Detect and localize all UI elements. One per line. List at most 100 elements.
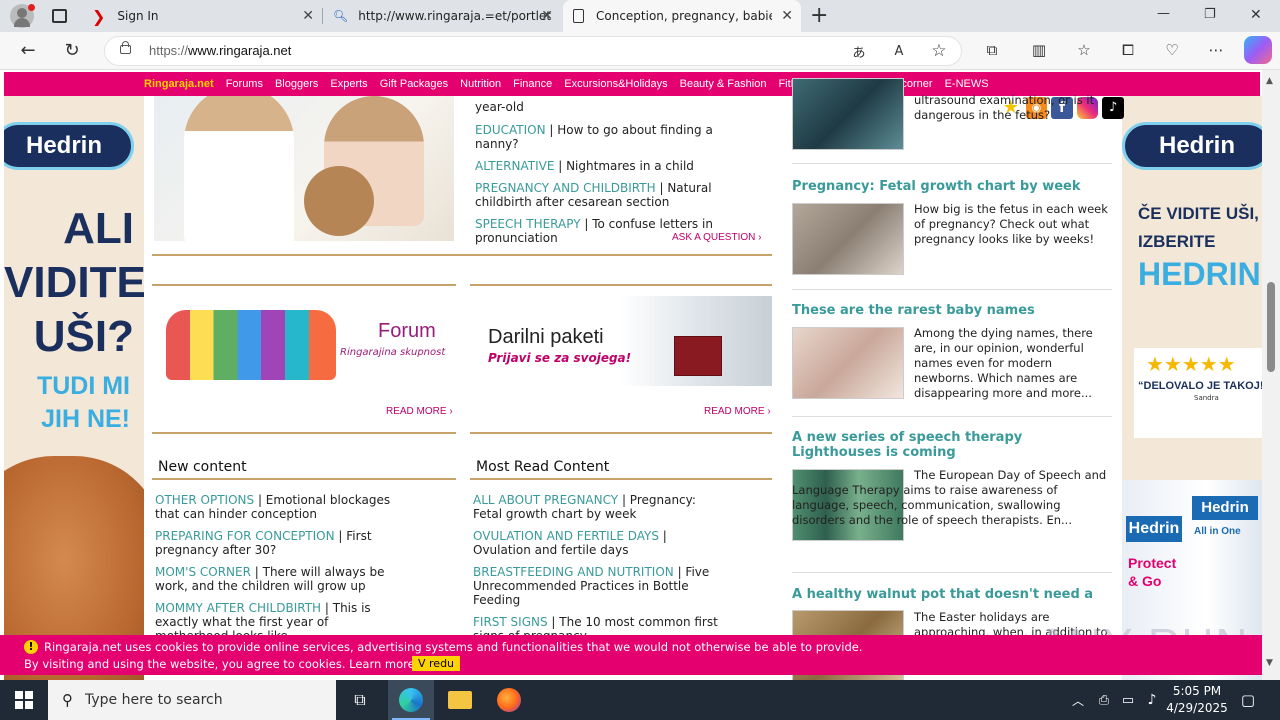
article-title[interactable]: Pregnancy: Fetal growth chart by week [792, 179, 1112, 194]
cookie-accept-button[interactable]: V redu [412, 656, 461, 671]
clock-time: 5:05 PM [1172, 684, 1222, 698]
ad-line: HEDRIN [1138, 256, 1261, 292]
profile-icon[interactable] [10, 4, 35, 28]
close-tab-icon[interactable]: ✕ [541, 8, 553, 24]
article-title[interactable]: A new series of speech therapy Lighthous… [792, 430, 1112, 460]
new-tab-button[interactable]: + [810, 3, 828, 28]
taskbar: ⚲ Type here to search ⧉ ︿ ⎙ ▭ ♪ 5:05 PM … [0, 680, 1280, 720]
article-thumbnail[interactable] [792, 203, 904, 275]
hero-image[interactable] [154, 96, 454, 241]
article-excerpt: ultrasound examination, or is it dangero… [914, 93, 1095, 122]
firefox-icon[interactable] [497, 688, 521, 712]
article-thumbnail[interactable] [792, 327, 904, 399]
nav-item-bloggers[interactable]: Bloggers [275, 78, 318, 90]
people-icons [166, 310, 336, 380]
list-item[interactable]: PREGNANCY AND CHILDBIRTH | Natural child… [475, 181, 735, 209]
nav-item-beauty[interactable]: Beauty & Fashion [680, 78, 767, 90]
url-field[interactable]: https://www.ringaraja.net あ A ☆ [104, 36, 962, 66]
list-item[interactable]: MOM'S CORNER | There will always be work… [155, 565, 405, 593]
close-window-button[interactable]: ✕ [1250, 7, 1262, 23]
headline-line: ALI [63, 204, 134, 253]
chevron-up-icon[interactable]: ︿ [1064, 686, 1092, 714]
nav-item-gift-packages[interactable]: Gift Packages [380, 78, 448, 90]
close-tab-icon[interactable]: ✕ [302, 8, 314, 24]
more-menu-icon[interactable]: ⋯ [1202, 36, 1230, 64]
list-item[interactable]: BREASTFEEDING AND NUTRITION | Five Unrec… [473, 565, 723, 607]
new-content-title: New content [158, 459, 247, 475]
nav-item-nutrition[interactable]: Nutrition [460, 78, 501, 90]
sub-line: TUDI MI [36, 372, 130, 400]
nav-item-experts[interactable]: Experts [330, 78, 367, 90]
clock-date: 4/29/2025 [1166, 701, 1228, 715]
nav-item-forums[interactable]: Forums [226, 78, 263, 90]
article-thumbnail[interactable] [792, 78, 904, 150]
list-item[interactable]: OTHER OPTIONS | Emotional blockages that… [155, 493, 405, 521]
minimize-button[interactable]: — [1157, 6, 1170, 21]
translate-icon[interactable]: あ [845, 37, 873, 65]
hedrin-logo: Hedrin [4, 122, 134, 170]
copilot-icon[interactable] [1244, 36, 1272, 64]
url-prefix: https:// [149, 43, 189, 58]
nav-item-excursions[interactable]: Excursions&Holidays [564, 78, 667, 90]
task-view-icon[interactable]: ⧉ [346, 686, 374, 714]
forum-title: Forum [378, 320, 436, 342]
edge-taskbar-item[interactable] [388, 680, 434, 720]
list-item[interactable]: year-old [475, 100, 735, 114]
notifications-icon[interactable]: ▢ [1234, 686, 1262, 714]
forum-banner[interactable]: Forum Ringarajina skupnost [156, 296, 452, 386]
gift-banner[interactable]: Darilni paketi Prijavi se za svojega! [470, 296, 772, 386]
forum-subtitle: Ringarajina skupnost [340, 347, 446, 358]
tab-title: Conception, pregnancy, babies a [596, 9, 772, 23]
clock[interactable]: 5:05 PM 4/29/2025 [1162, 683, 1232, 717]
pack-sub: All in One [1194, 526, 1241, 537]
favorite-star-icon[interactable]: ☆ [925, 37, 953, 65]
sub-line: JIH NE! [41, 405, 130, 433]
quote-box: ★★★★★ “DELOVALO JE TAKOJ!” Sandra [1134, 348, 1262, 438]
gift-box-icon [674, 336, 722, 376]
brand-text: Hedrin [25, 132, 102, 159]
back-icon[interactable]: ← [14, 36, 42, 64]
performance-icon[interactable]: ♡ [1158, 36, 1186, 64]
nav-item-enews[interactable]: E-NEWS [945, 78, 989, 90]
list-item[interactable]: OVULATION AND FERTILE DAYS | Ovulation a… [473, 529, 723, 557]
refresh-icon[interactable]: ↻ [58, 36, 86, 64]
tab-portlet[interactable]: 🔍︎ http://www.ringaraja.=et/portlet ✕ [323, 0, 561, 32]
ad-line: IZBERITE [1138, 232, 1216, 251]
read-more-link[interactable]: READ MORE › [704, 406, 771, 417]
maximize-button[interactable]: ❐ [1204, 7, 1216, 22]
taskbar-search[interactable]: ⚲ Type here to search [48, 680, 336, 720]
windows-start-icon[interactable] [10, 686, 38, 714]
list-item[interactable]: PREPARING FOR CONCEPTION | First pregnan… [155, 529, 405, 557]
scroll-down-icon[interactable]: ▼ [1266, 658, 1273, 668]
list-item[interactable]: ALL ABOUT PREGNANCY | Pregnancy: Fetal g… [473, 493, 723, 521]
scroll-thumb[interactable] [1267, 282, 1275, 372]
read-more-link[interactable]: READ MORE › [386, 406, 453, 417]
right-ad-banner[interactable]: Hedrin ČE VIDITE UŠI, IZBERITE HEDRIN ★★… [1122, 96, 1262, 680]
list-item[interactable]: EDUCATION | How to go about finding a na… [475, 123, 735, 151]
warning-icon: ! [24, 640, 38, 654]
file-explorer-icon[interactable] [448, 691, 472, 709]
split-screen-icon[interactable]: ▥ [1025, 36, 1053, 64]
nav-item-finance[interactable]: Finance [513, 78, 552, 90]
left-ad-banner[interactable]: Hedrin ALI VIDITE UŠI? TUDI MI JIH NE! [4, 96, 144, 680]
scroll-up-icon[interactable]: ▲ [1266, 76, 1273, 86]
tab-ringaraja[interactable]: Conception, pregnancy, babies a ✕ [563, 0, 801, 32]
cookie-banner: ! Ringaraja.net uses cookies to provide … [0, 635, 1262, 675]
tab-actions-icon[interactable] [52, 9, 67, 23]
collections-icon[interactable]: ⧠ [1114, 36, 1142, 64]
favorites-icon[interactable]: ☆ [1070, 36, 1098, 64]
list-item[interactable]: ALTERNATIVE | Nightmares in a child [475, 159, 735, 173]
article-title[interactable]: These are the rarest baby names [792, 303, 1112, 318]
close-tab-icon[interactable]: ✕ [781, 8, 793, 24]
page-scrollbar[interactable]: ▲ ▼ [1262, 70, 1280, 680]
ask-question-link[interactable]: ASK A QUESTION › [672, 232, 761, 243]
read-aloud-icon[interactable]: A [885, 37, 913, 65]
gift-title: Darilni paketi [488, 326, 604, 348]
tab-sign-in[interactable]: ❯ Sign In ✕ [82, 0, 322, 32]
search-placeholder: Type here to search [85, 692, 223, 708]
tab-title: Sign In [117, 9, 159, 23]
nav-brand[interactable]: Ringaraja.net [144, 78, 214, 90]
extensions-icon[interactable]: ⧉ [978, 36, 1006, 64]
most-read-title: Most Read Content [476, 459, 610, 475]
search-favicon-icon: 🔍︎ [333, 9, 349, 23]
